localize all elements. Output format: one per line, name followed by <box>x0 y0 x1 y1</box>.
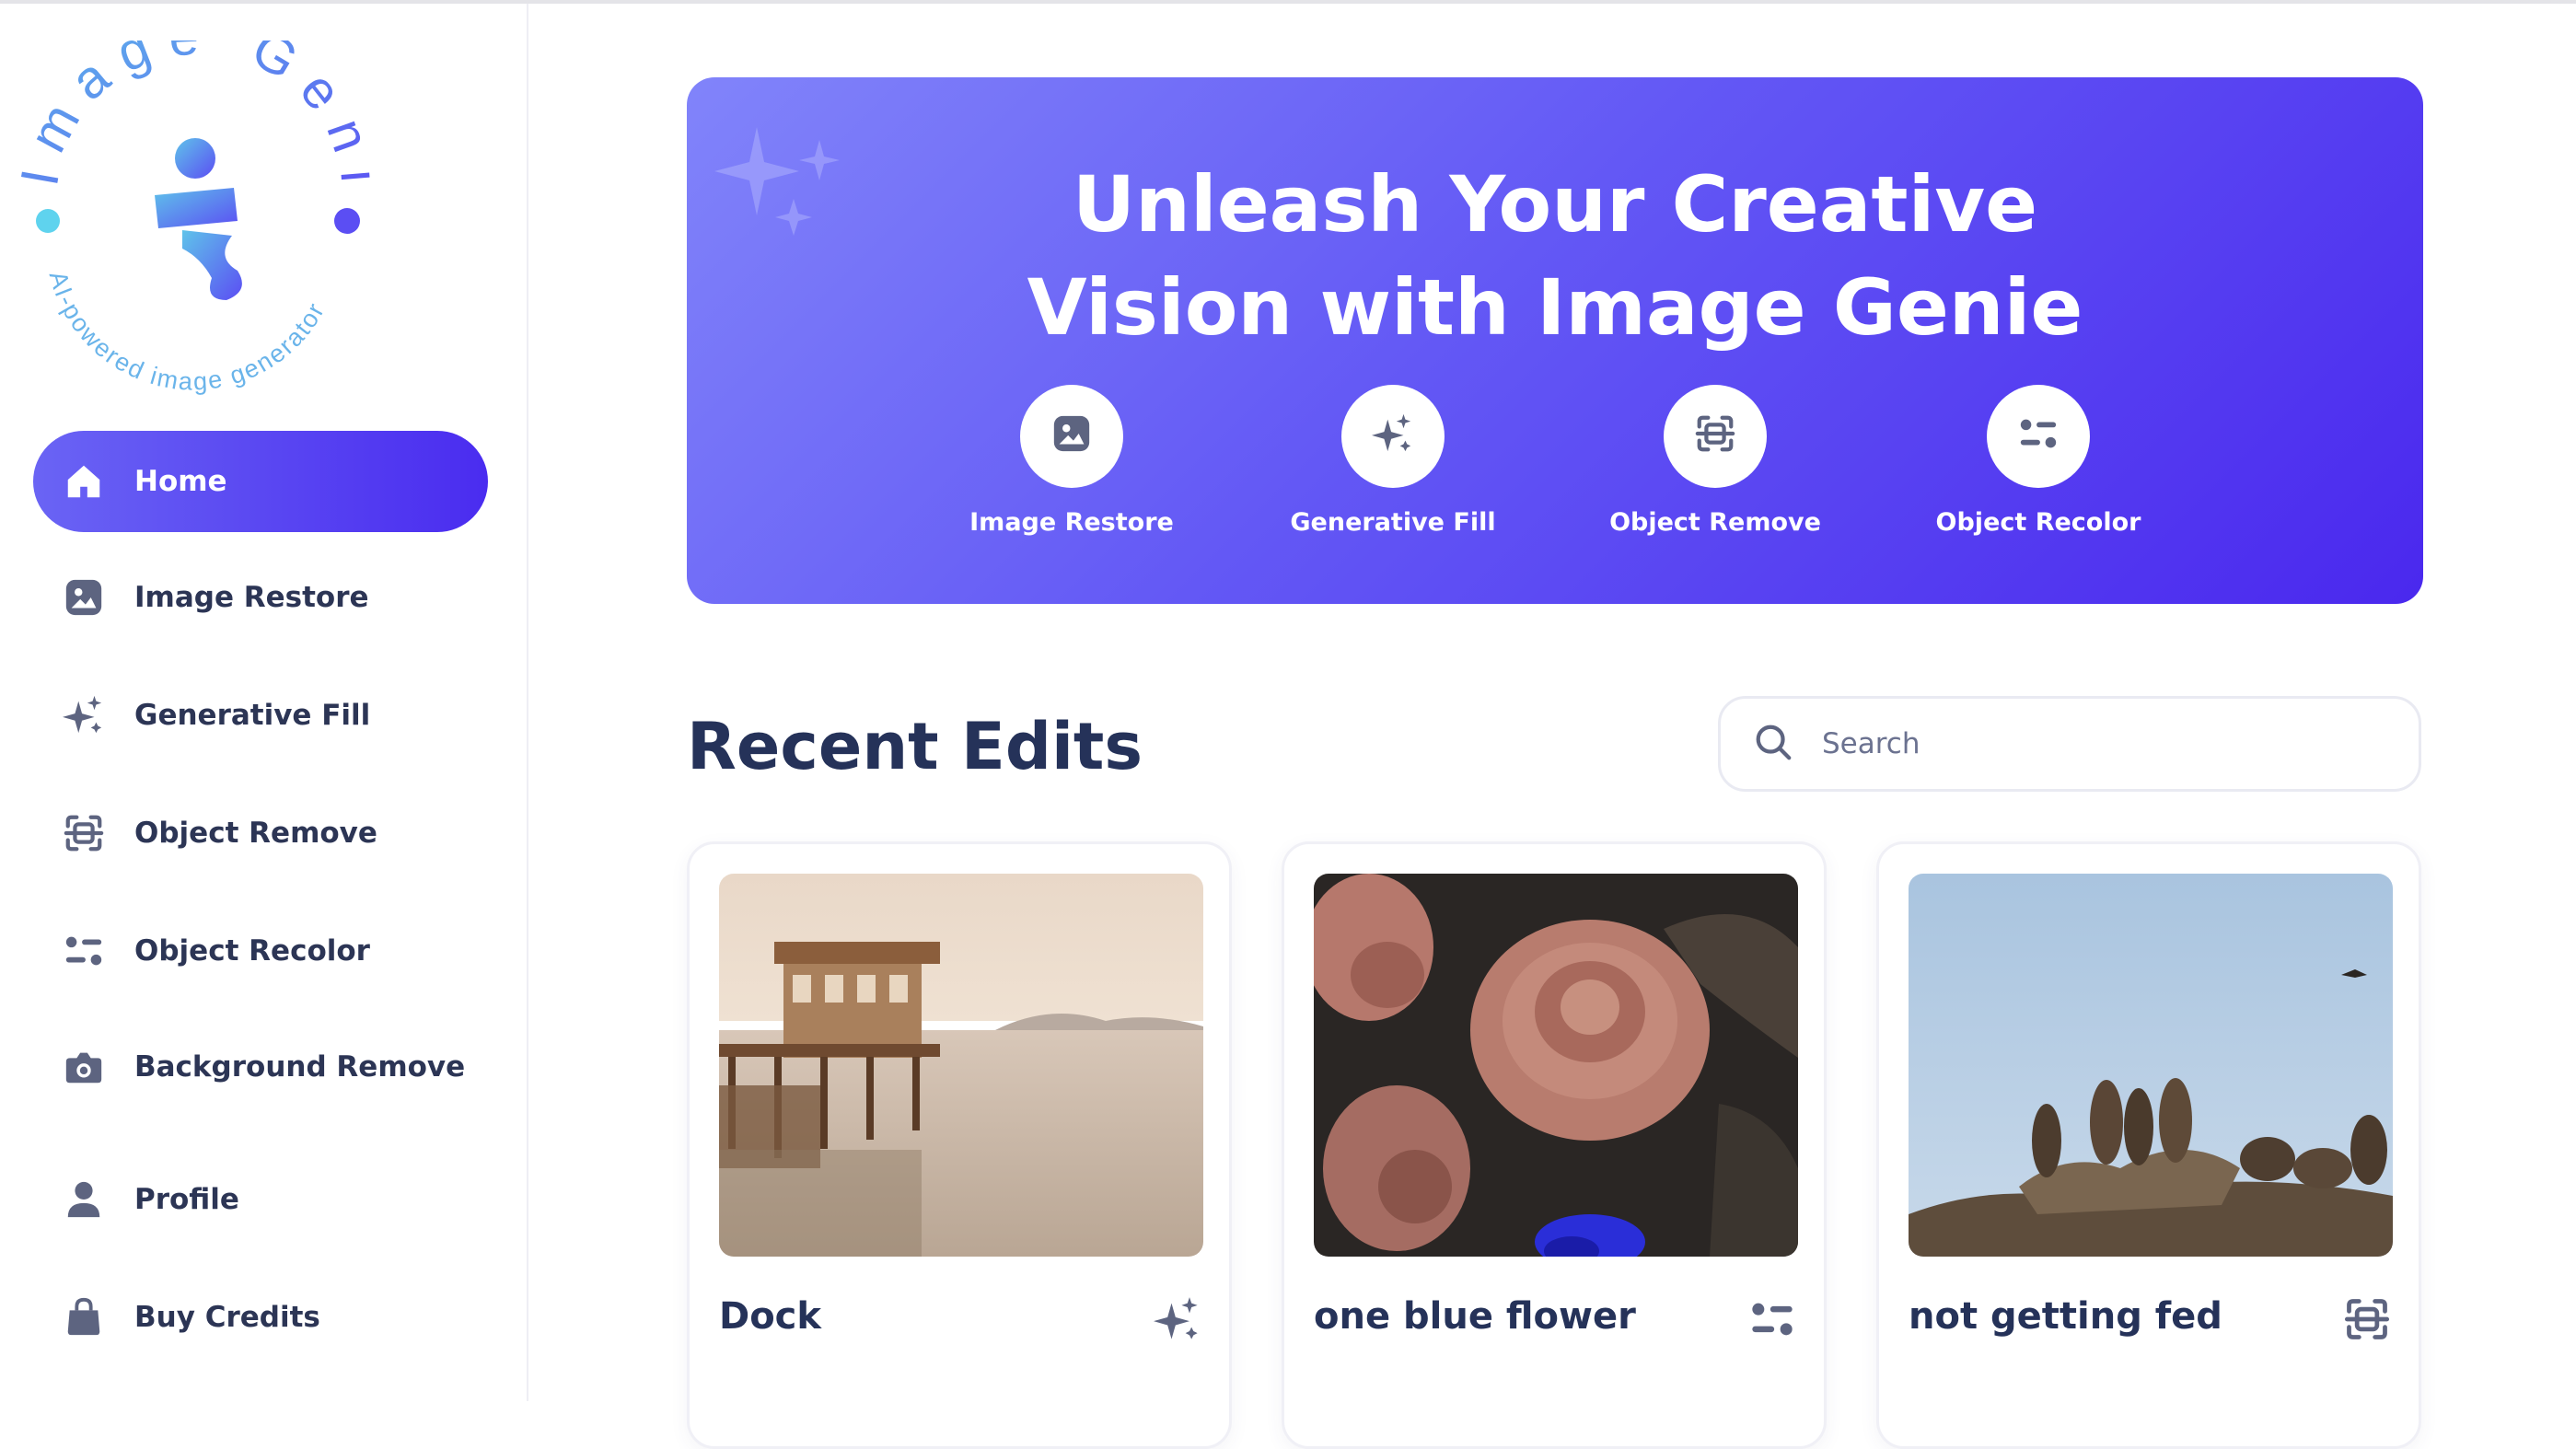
card-thumbnail-vultures[interactable] <box>1909 874 2393 1257</box>
hero-tool-label: Object Recolor <box>1935 508 2141 537</box>
scan-icon <box>2343 1295 2391 1343</box>
hero-title-line2: Vision with Image Genie <box>1027 262 2083 353</box>
sidebar-item-buy-credits[interactable]: Buy Credits <box>33 1267 488 1368</box>
user-icon <box>61 1177 107 1223</box>
svg-text:AI-powered image generator: AI-powered image generator <box>44 268 331 395</box>
sparkles-icon <box>61 692 107 738</box>
sidebar-item-label: Image Restore <box>134 581 369 614</box>
sidebar-item-generative-fill[interactable]: Generative Fill <box>33 665 488 766</box>
sidebar-item-background-remove[interactable]: Background Remove <box>33 1016 488 1118</box>
hero-title: Unleash Your Creative Vision with Image … <box>687 153 2423 359</box>
hero-tool-object-remove[interactable]: Object Remove <box>1577 385 1853 537</box>
hero-title-line1: Unleash Your Creative <box>1072 159 2038 249</box>
sidebar: Image Genie AI-powered image generator H… <box>0 0 528 1401</box>
recent-edit-card[interactable]: not getting fed <box>1876 841 2421 1449</box>
sliders-icon <box>61 928 107 974</box>
sidebar-item-label: Object Remove <box>134 817 377 850</box>
bag-icon <box>61 1294 107 1340</box>
hero-tool-generative-fill[interactable]: Generative Fill <box>1255 385 1531 537</box>
hero-tool-label: Generative Fill <box>1290 508 1496 537</box>
recent-edit-card[interactable]: one blue flower <box>1282 841 1827 1449</box>
sidebar-item-label: Profile <box>134 1183 239 1216</box>
card-title: Dock <box>719 1295 821 1338</box>
sliders-icon <box>1748 1295 1796 1343</box>
sidebar-item-image-restore[interactable]: Image Restore <box>33 547 488 648</box>
card-title: one blue flower <box>1314 1295 1636 1338</box>
search-input[interactable] <box>1820 726 2358 761</box>
camera-icon <box>61 1044 107 1090</box>
sidebar-item-label: Generative Fill <box>134 699 371 732</box>
hero-tool-label: Object Remove <box>1609 508 1821 537</box>
hero-tool-image-restore[interactable]: Image Restore <box>934 385 1210 537</box>
sidebar-item-label: Object Recolor <box>134 934 370 968</box>
hero-banner: Unleash Your Creative Vision with Image … <box>687 77 2423 604</box>
home-icon <box>61 458 107 504</box>
search-box[interactable] <box>1718 696 2421 792</box>
scan-icon <box>61 810 107 856</box>
search-icon <box>1721 721 1820 767</box>
recent-edits-title: Recent Edits <box>687 709 1143 784</box>
sidebar-item-label: Background Remove <box>134 1050 466 1084</box>
sidebar-item-object-recolor[interactable]: Object Recolor <box>33 900 488 1002</box>
sidebar-item-label: Home <box>134 465 227 498</box>
image-icon <box>1050 412 1093 461</box>
card-thumbnail-flower[interactable] <box>1314 874 1798 1257</box>
sidebar-item-label: Buy Credits <box>134 1301 320 1334</box>
sliders-icon <box>2017 412 2060 461</box>
sidebar-item-home[interactable]: Home <box>33 431 488 532</box>
sparkles-icon <box>1154 1295 1201 1343</box>
image-icon <box>61 574 107 620</box>
image-genie-logo[interactable]: Image Genie AI-powered image generator <box>0 0 375 400</box>
sidebar-item-profile[interactable]: Profile <box>33 1149 488 1250</box>
sparkles-icon <box>1372 412 1414 461</box>
scan-icon <box>1694 412 1736 461</box>
card-title: not getting fed <box>1909 1295 2222 1338</box>
hero-tool-label: Image Restore <box>969 508 1174 537</box>
card-thumbnail-dock[interactable] <box>719 874 1203 1257</box>
sidebar-item-object-remove[interactable]: Object Remove <box>33 782 488 884</box>
hero-tool-object-recolor[interactable]: Object Recolor <box>1900 385 2176 537</box>
recent-edit-card[interactable]: Dock <box>687 841 1232 1449</box>
